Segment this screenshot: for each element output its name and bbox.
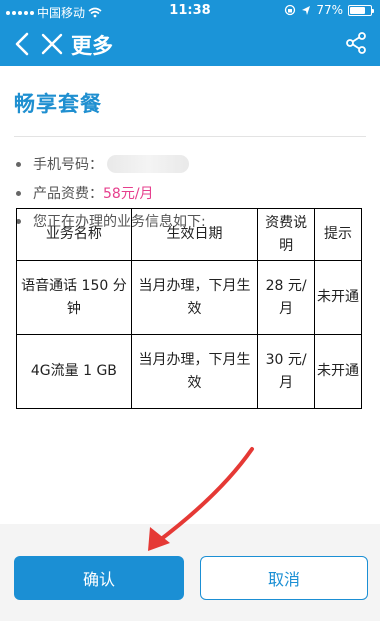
status-bar: 中国移动 11:38 77% [0,0,380,22]
header-fee: 资费说明 [257,208,315,261]
divider [14,136,366,137]
cell-fee: 28 元/月 [257,260,315,335]
phone-label: 手机号码： [33,157,103,173]
cancel-button[interactable]: 取消 [200,556,368,600]
masked-phone-number [107,155,189,173]
cell-fee: 30 元/月 [257,334,315,409]
table-row: 4G流量 1 GB 当月办理，下月生效 30 元/月 未开通 [16,334,363,409]
cell-effective-date: 当月办理，下月生效 [130,334,259,409]
bullet-icon [16,161,21,167]
fee-row: 产品资费： 58元/月 [16,183,154,203]
phone-row: 手机号码： [16,154,189,174]
cell-tip: 未开通 [313,260,363,335]
cell-tip: 未开通 [313,334,363,409]
header-tip: 提示 [313,208,363,261]
status-right: 77% [284,3,374,17]
cell-name: 4G流量 1 GB [16,334,132,409]
cell-effective-date: 当月办理，下月生效 [130,260,259,335]
business-table: 业务名称 生效日期 资费说明 提示 语音通话 150 分钟 当月办理，下月生效 … [16,208,363,409]
nav-bar: 更多 [0,22,380,66]
header-name: 业务名称 [16,208,132,261]
orientation-lock-icon [285,4,296,16]
battery-icon [348,4,374,16]
confirm-button[interactable]: 确认 [14,556,184,600]
chevron-left-icon[interactable] [10,30,34,58]
annotation-arrow-icon [148,447,254,551]
page-title: 更多 [71,34,113,58]
fee-label: 产品资费： [33,186,103,202]
share-icon[interactable] [344,31,368,55]
battery-percent: 77% [316,3,343,17]
battery-level [350,6,366,14]
package-title: 畅享套餐 [14,92,102,116]
cell-name: 语音通话 150 分钟 [16,260,132,335]
header-effective-date: 生效日期 [130,208,259,261]
bullet-icon [16,190,21,196]
close-icon[interactable] [38,30,66,58]
table-header-row: 业务名称 生效日期 资费说明 提示 [16,208,363,261]
top-bar: 中国移动 11:38 77% 更多 [0,0,380,66]
location-icon [302,5,311,15]
fee-value: 58元/月 [103,186,154,202]
table-row: 语音通话 150 分钟 当月办理，下月生效 28 元/月 未开通 [16,260,363,335]
